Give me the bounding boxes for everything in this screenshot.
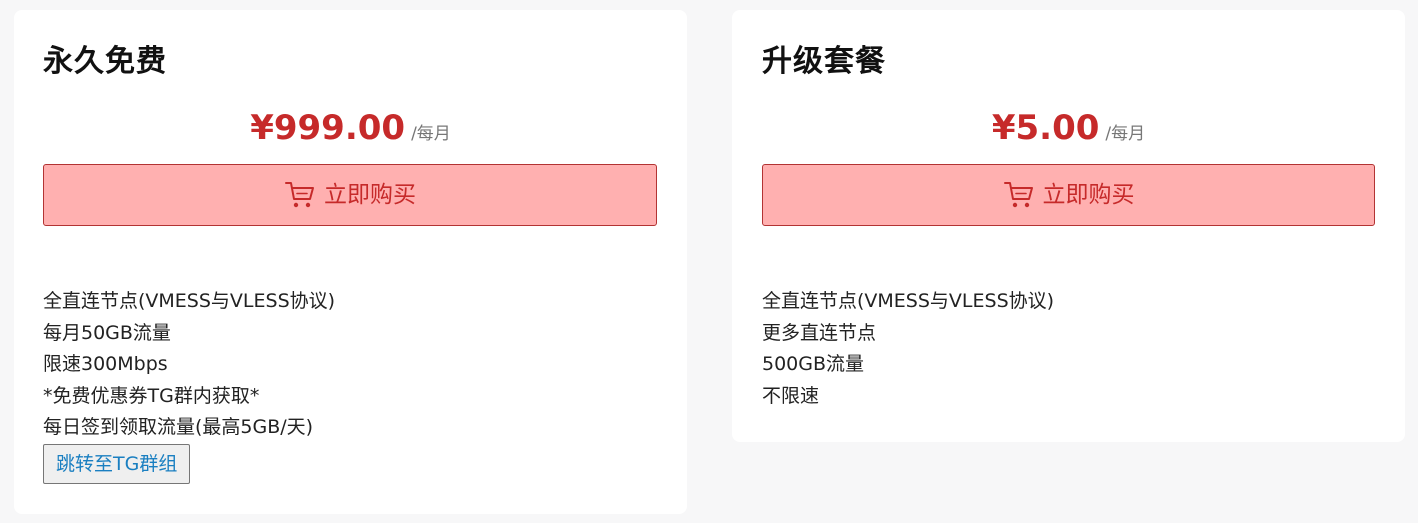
feature-item: 全直连节点(VMESS与VLESS协议) <box>43 290 336 312</box>
plan-title: 升级套餐 <box>762 44 886 79</box>
plan-price: ¥5.00 <box>991 108 1100 148</box>
plan-title: 永久免费 <box>43 44 167 79</box>
feature-list: 全直连节点(VMESS与VLESS协议) 更多直连节点 500GB流量 不限速 <box>762 286 1054 412</box>
plan-card-free: 永久免费 ¥999.00/每月 立即购买 全直连节点(VMESS与VLESS协议… <box>14 10 687 514</box>
feature-item: 不限速 <box>762 384 820 407</box>
feature-list: 全直连节点(VMESS与VLESS协议) 每月50GB流量 限速300Mbps … <box>43 286 335 444</box>
buy-now-button[interactable]: 立即购买 <box>43 164 657 226</box>
feature-item: 每月50GB流量 <box>43 321 171 344</box>
plan-period: /每月 <box>1105 124 1146 144</box>
feature-item: 限速300Mbps <box>43 353 168 375</box>
shopping-cart-icon <box>1003 180 1035 210</box>
price-row: ¥5.00/每月 <box>732 108 1405 148</box>
plan-period: /每月 <box>411 124 451 144</box>
plan-price: ¥999.00 <box>250 108 406 148</box>
plan-card-upgrade: 升级套餐 ¥5.00/每月 立即购买 全直连节点(VMESS与VLESS协议) … <box>732 10 1405 442</box>
pricing-page: 永久免费 ¥999.00/每月 立即购买 全直连节点(VMESS与VLESS协议… <box>0 0 1418 523</box>
tg-group-button[interactable]: 跳转至TG群组 <box>43 444 191 484</box>
price-row: ¥999.00/每月 <box>14 108 687 148</box>
feature-item: 全直连节点(VMESS与VLESS协议) <box>762 290 1055 312</box>
shopping-cart-icon <box>284 180 316 210</box>
feature-item: 500GB流量 <box>762 353 865 375</box>
buy-now-label: 立即购买 <box>1042 182 1135 208</box>
feature-item: 每日签到领取流量(最高5GB/天) <box>43 416 314 438</box>
feature-item: *免费优惠券TG群内获取* <box>43 384 260 407</box>
buy-now-label: 立即购买 <box>324 182 416 208</box>
feature-item: 更多直连节点 <box>762 321 877 344</box>
buy-now-button[interactable]: 立即购买 <box>762 164 1375 226</box>
